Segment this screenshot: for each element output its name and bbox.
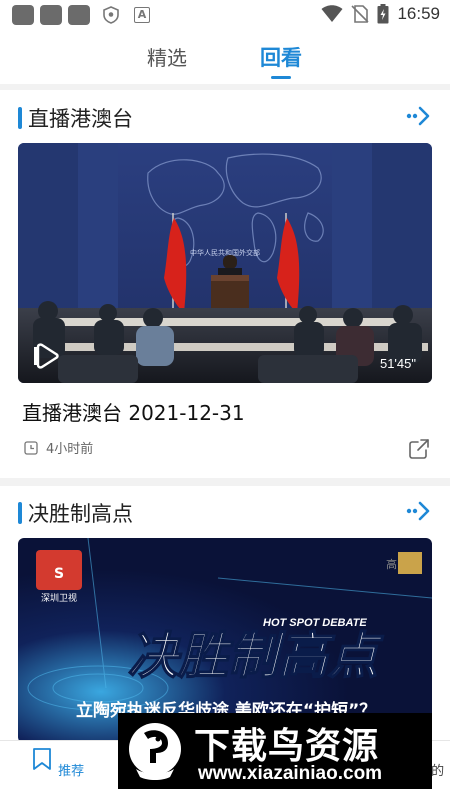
watermark-url: www.xiazainiao.com bbox=[198, 763, 383, 784]
section-header: 决胜制高点 bbox=[0, 492, 450, 532]
a-icon: A bbox=[134, 7, 150, 23]
tab-featured[interactable]: 精选 bbox=[147, 42, 187, 71]
status-bar-notifications: A bbox=[12, 5, 150, 25]
svg-text:中华人民共和国外交部: 中华人民共和国外交部 bbox=[190, 248, 260, 257]
notification-icon bbox=[40, 5, 62, 25]
divider bbox=[0, 478, 450, 486]
section-title: 决胜制高点 bbox=[28, 502, 133, 526]
nav-item-recommend[interactable]: 推荐 bbox=[30, 747, 84, 779]
bird-logo-icon bbox=[129, 723, 181, 780]
play-icon[interactable] bbox=[34, 343, 60, 369]
section-accent-bar bbox=[18, 502, 22, 524]
clock: 16:59 bbox=[397, 4, 440, 23]
watermark-banner: 下载鸟资源 www.xiazainiao.com bbox=[118, 713, 432, 789]
divider bbox=[0, 84, 450, 90]
svg-text:高: 高 bbox=[386, 557, 397, 571]
clock-icon bbox=[24, 440, 38, 455]
video-title[interactable]: 直播港澳台 2021-12-31 bbox=[22, 397, 245, 426]
nav-label: 推荐 bbox=[58, 764, 85, 779]
press-conference-image: 中华人民共和国外交部 bbox=[18, 143, 432, 383]
no-sim-icon bbox=[351, 5, 370, 23]
video-meta: 4小时前 bbox=[24, 438, 93, 457]
status-bar: A 16:59 bbox=[0, 0, 450, 32]
section-header: 直播港澳台 bbox=[0, 97, 450, 137]
banner-main: 决胜制高点 bbox=[128, 627, 384, 685]
tab-replay[interactable]: 回看 bbox=[260, 42, 302, 72]
share-icon[interactable] bbox=[408, 438, 430, 460]
top-tabs: 精选 回看 bbox=[0, 40, 450, 84]
notification-icon bbox=[68, 5, 90, 25]
bookmark-icon bbox=[33, 748, 51, 770]
notification-icon bbox=[12, 5, 34, 25]
watermark-title: 下载鸟资源 bbox=[194, 726, 380, 767]
more-arrow-icon[interactable] bbox=[406, 105, 432, 127]
time-ago: 4小时前 bbox=[46, 442, 94, 457]
more-arrow-icon[interactable] bbox=[406, 500, 432, 522]
status-bar-system: 16:59 bbox=[321, 4, 440, 24]
video-duration: 51'45" bbox=[379, 356, 416, 371]
shield-icon bbox=[103, 6, 119, 24]
video-thumbnail[interactable]: 中华人民共和国外交部 51'45" bbox=[18, 143, 432, 383]
section-accent-bar bbox=[18, 107, 22, 129]
active-tab-indicator bbox=[271, 76, 291, 79]
battery-icon bbox=[377, 4, 389, 24]
section-title: 直播港澳台 bbox=[28, 107, 133, 131]
svg-text:S: S bbox=[54, 566, 64, 582]
wifi-icon bbox=[321, 5, 343, 22]
channel-logo-text: 深圳卫视 bbox=[41, 592, 77, 604]
